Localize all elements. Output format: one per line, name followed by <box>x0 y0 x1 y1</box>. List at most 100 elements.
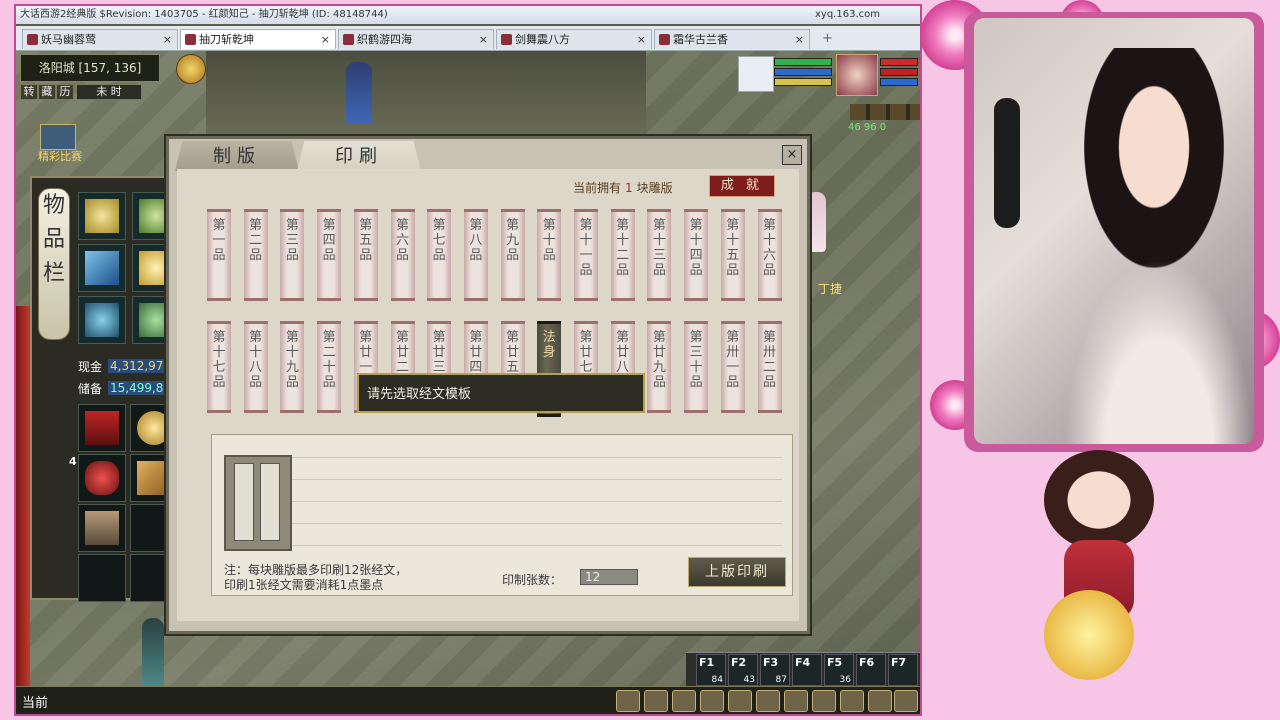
sutra-scroll-29[interactable]: 第廿九品 <box>647 321 672 413</box>
print-button[interactable]: 上版印刷 <box>688 557 786 587</box>
toolbar-character-icon[interactable] <box>644 690 668 712</box>
close-tab-icon[interactable]: × <box>637 30 646 50</box>
event-label: 精彩比赛 <box>38 150 82 163</box>
hotkey-f7[interactable]: F7 <box>888 654 918 686</box>
hotkey-f6[interactable]: F6 <box>856 654 886 686</box>
select-template-tooltip: 请先选取经文模板 <box>357 373 645 413</box>
hotkey-key-label: F7 <box>891 656 907 669</box>
sutra-scroll-17[interactable]: 第十七品 <box>207 321 231 413</box>
equip-slot-yellow-robe[interactable] <box>78 192 126 240</box>
buff-icons[interactable] <box>850 104 920 120</box>
player-avatar[interactable] <box>836 54 878 96</box>
hud-button-0[interactable]: 转 <box>20 84 38 100</box>
tab-0[interactable]: 妖马幽蓉莺 × <box>22 29 178 49</box>
hotkey-count: 84 <box>711 675 723 685</box>
close-button[interactable]: × <box>782 145 802 165</box>
new-tab-button[interactable]: + <box>822 31 833 46</box>
pouch-icon <box>85 461 119 495</box>
equip-slot-blue-weapon[interactable] <box>78 244 126 292</box>
sutra-scroll-12[interactable]: 第十二品 <box>610 209 635 301</box>
tab-4[interactable]: 霜华古兰香 × <box>654 29 810 49</box>
tab-engrave[interactable]: 制版 <box>175 141 299 171</box>
hotkey-f1[interactable]: F1 84 <box>696 654 726 686</box>
tab-label: 妖马幽蓉莺 <box>41 33 96 46</box>
sutra-scroll-10[interactable]: 第十品 <box>537 209 562 301</box>
ruled-line <box>292 523 782 524</box>
time-display: 未 时 <box>76 84 142 100</box>
close-tab-icon[interactable]: × <box>163 30 172 50</box>
toolbar-map-icon[interactable] <box>868 690 892 712</box>
event-icon[interactable] <box>40 124 76 150</box>
bag-slot-4[interactable] <box>78 504 126 552</box>
engraving-board-slot[interactable] <box>224 455 292 551</box>
npc-figure[interactable] <box>346 62 372 124</box>
pet-hp-bar <box>774 58 832 66</box>
achievement-button[interactable]: 成 就 <box>709 175 775 197</box>
print-count-input[interactable] <box>580 569 638 585</box>
sutra-scroll-5[interactable]: 第五品 <box>353 209 378 301</box>
print-count-label: 印制张数： <box>502 573 563 587</box>
owned-count: 1 <box>625 181 633 195</box>
hotkey-f5[interactable]: F5 36 <box>824 654 854 686</box>
close-tab-icon[interactable]: × <box>795 30 804 50</box>
hotkey-count: 43 <box>743 675 755 685</box>
close-tab-icon[interactable]: × <box>321 30 330 50</box>
tab-favicon-icon <box>185 34 196 45</box>
bottom-label: 当前 <box>22 696 49 711</box>
sutra-scroll-8[interactable]: 第八品 <box>463 209 488 301</box>
pet-avatar[interactable] <box>738 56 774 92</box>
bag-slot-6[interactable] <box>78 554 126 602</box>
toolbar-bag-icon[interactable] <box>616 690 640 712</box>
toolbar-guild-icon[interactable] <box>812 690 836 712</box>
scroll-bundle-icon <box>85 511 119 545</box>
window-title: 大话西游2经典版 $Revision: 1403705 - 红颜知己 - 抽刀斩… <box>20 9 388 20</box>
hud-button-1[interactable]: 藏 <box>38 84 56 100</box>
sutra-scroll-31[interactable]: 第卅一品 <box>720 321 745 413</box>
hotkey-f4[interactable]: F4 <box>792 654 822 686</box>
toolbar-yinyang-icon[interactable] <box>784 690 808 712</box>
weapon-icon <box>85 251 119 285</box>
tab-3[interactable]: 剑舞震八方 × <box>496 29 652 49</box>
sutra-scroll-1[interactable]: 第一品 <box>207 209 231 301</box>
sutra-scroll-7[interactable]: 第七品 <box>427 209 452 301</box>
toolbar-battle-icon[interactable] <box>728 690 752 712</box>
bag-slot-2[interactable]: 4 <box>69 454 126 502</box>
sutra-scroll-20[interactable]: 第二十品 <box>317 321 342 413</box>
equip-slot-lantern[interactable] <box>78 296 126 344</box>
hotkey-key-label: F3 <box>763 656 779 669</box>
sutra-scroll-30[interactable]: 第三十品 <box>684 321 709 413</box>
player-figure[interactable] <box>142 618 164 688</box>
toolbar-system-icon[interactable] <box>894 690 918 712</box>
tab-2[interactable]: 织鹤游四海 × <box>338 29 494 49</box>
sutra-scroll-16[interactable]: 第十六品 <box>757 209 782 301</box>
sutra-scroll-9[interactable]: 第九品 <box>500 209 525 301</box>
toolbar-team-icon[interactable] <box>756 690 780 712</box>
toolbar-pet-icon[interactable] <box>672 690 696 712</box>
sutra-scroll-13[interactable]: 第十三品 <box>647 209 672 301</box>
close-tab-icon[interactable]: × <box>479 30 488 50</box>
tab-1[interactable]: 抽刀斩乾坤 × <box>180 29 336 49</box>
board-plank <box>260 463 280 541</box>
sutra-scroll-4[interactable]: 第四品 <box>317 209 342 301</box>
coin-icon[interactable] <box>176 54 206 84</box>
sutra-scroll-15[interactable]: 第十五品 <box>720 209 745 301</box>
streamer-body <box>1064 258 1254 444</box>
sutra-scroll-2[interactable]: 第二品 <box>243 209 268 301</box>
sutra-scroll-11[interactable]: 第十一品 <box>574 209 598 301</box>
sutra-scroll-6[interactable]: 第六品 <box>390 209 415 301</box>
sutra-scroll-3[interactable]: 第三品 <box>280 209 305 301</box>
cash-label: 现金 <box>78 360 103 374</box>
sutra-scroll-14[interactable]: 第十四品 <box>684 209 709 301</box>
hotkey-f3[interactable]: F3 87 <box>760 654 790 686</box>
toolbar-item-icon[interactable] <box>700 690 724 712</box>
sutra-scroll-32[interactable]: 第卅二品 <box>757 321 782 413</box>
hotkey-key-label: F6 <box>859 656 875 669</box>
webcam-feed <box>974 18 1254 444</box>
hud-button-2[interactable]: 历 <box>56 84 74 100</box>
toolbar-quest-icon[interactable] <box>840 690 864 712</box>
sutra-scroll-18[interactable]: 第十八品 <box>243 321 268 413</box>
hotkey-f2[interactable]: F2 43 <box>728 654 758 686</box>
bag-slot-0[interactable] <box>78 404 126 452</box>
sutra-scroll-19[interactable]: 第十九品 <box>280 321 305 413</box>
tab-print[interactable]: 印刷 <box>297 141 421 171</box>
